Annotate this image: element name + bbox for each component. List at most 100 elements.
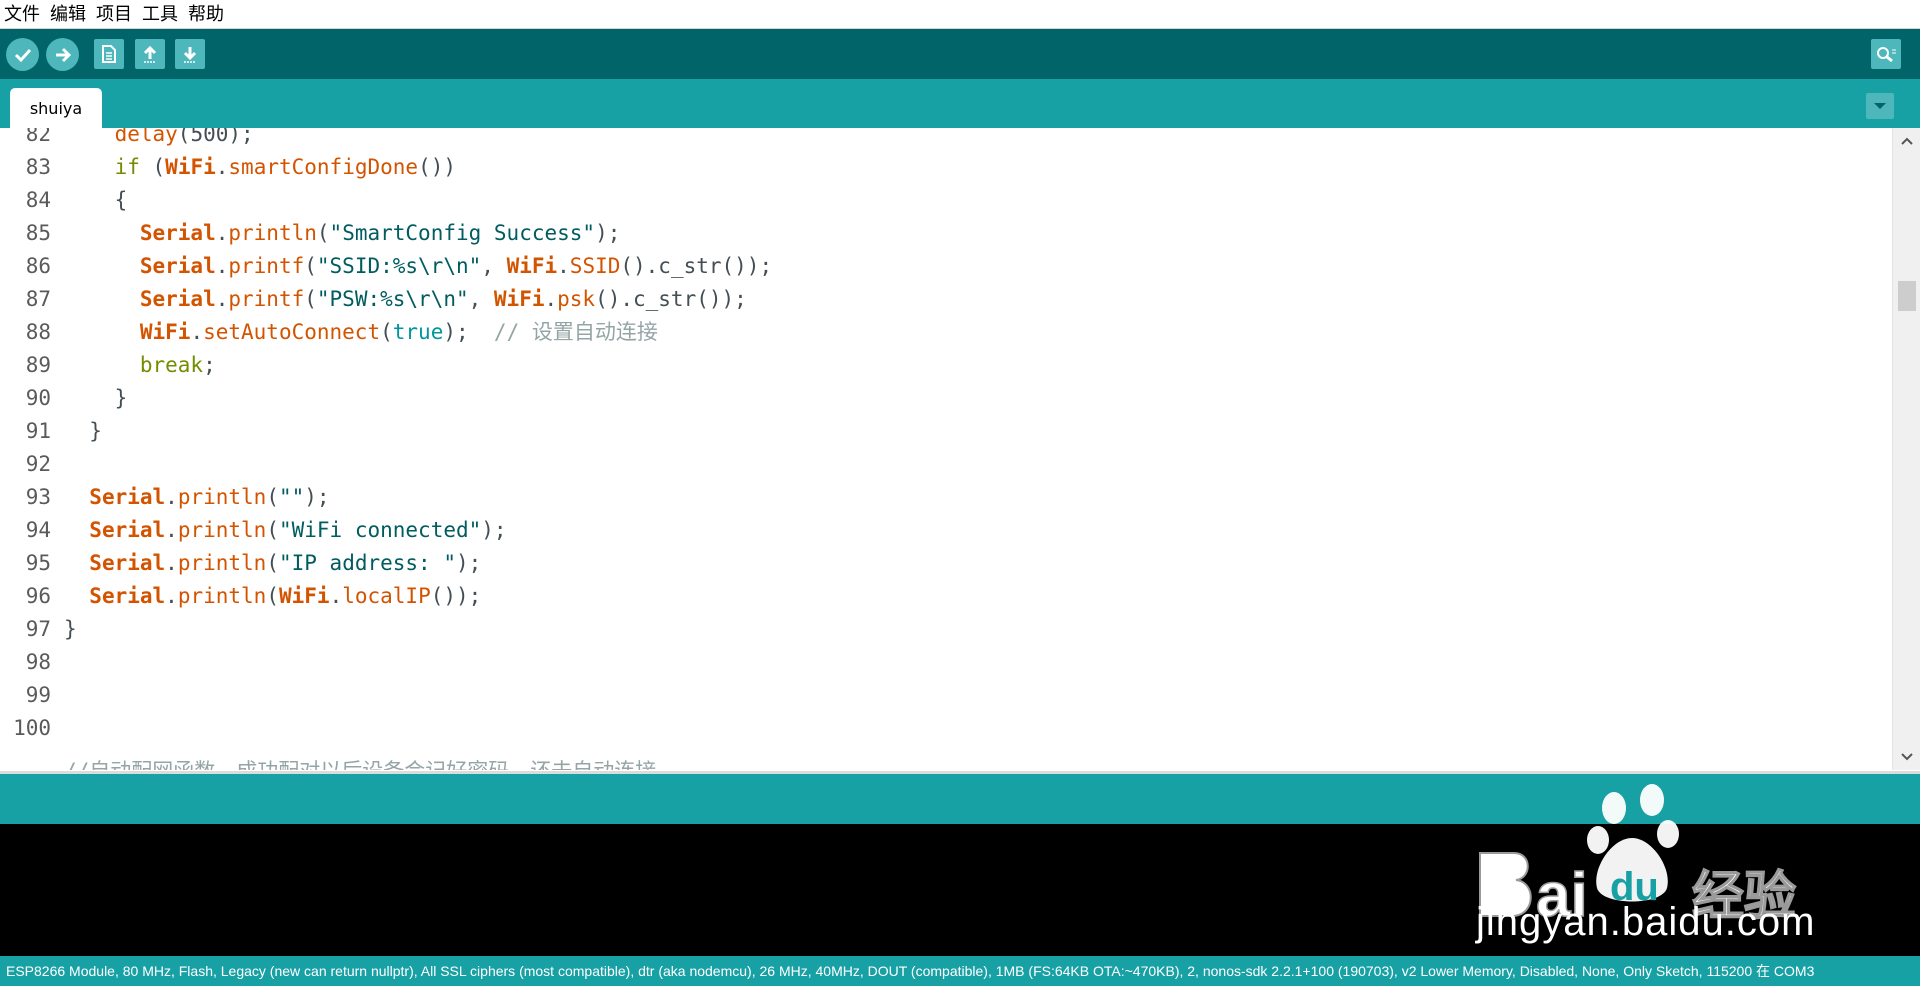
code-token: // 设置自动连接 xyxy=(493,320,658,344)
code-token: "PSW:%s\r\n" xyxy=(316,287,469,311)
code-token: Serial xyxy=(89,551,166,575)
code-token: . xyxy=(165,584,178,608)
scrollbar-thumb[interactable] xyxy=(1898,281,1916,311)
status-bar: ESP8266 Module, 80 MHz, Flash, Legacy (n… xyxy=(0,956,1920,986)
upload-button[interactable] xyxy=(46,38,79,71)
arrow-down-icon xyxy=(183,47,197,63)
code-token: WiFi xyxy=(493,287,545,311)
code-token: SSID xyxy=(569,254,621,278)
code-token: ); xyxy=(443,320,494,344)
code-line: Serial.println("IP address: "); xyxy=(64,547,481,580)
code-token: Serial xyxy=(89,518,166,542)
code-token: ( xyxy=(266,551,279,575)
code-token: "" xyxy=(278,485,305,509)
code-token: printf xyxy=(228,287,305,311)
code-token: ); xyxy=(595,221,621,245)
code-token: println xyxy=(177,584,267,608)
code-token: "SmartConfig Success" xyxy=(329,221,596,245)
serial-monitor-button[interactable] xyxy=(1871,39,1901,69)
code-area[interactable]: delay(500); if (WiFi.smartConfigDone()) … xyxy=(0,128,1890,770)
scroll-up-icon[interactable] xyxy=(1899,134,1915,148)
code-line: WiFi.setAutoConnect(true); // 设置自动连接 xyxy=(64,316,658,349)
verify-button[interactable] xyxy=(6,38,39,71)
code-line: Serial.printf("SSID:%s\r\n", WiFi.SSID()… xyxy=(64,250,772,283)
code-token: ().c_str()); xyxy=(620,254,773,278)
code-line-partial: //自动配网函数，成功配对以后设备会记好密码，还去自动连接 xyxy=(64,755,656,770)
chevron-down-icon xyxy=(1874,103,1886,109)
menu-sketch[interactable]: 项目 xyxy=(91,0,137,29)
code-token: localIP xyxy=(342,584,431,608)
checkmark-icon xyxy=(14,48,31,62)
code-token: Serial xyxy=(139,221,216,245)
code-token: ( xyxy=(304,287,317,311)
code-editor[interactable]: 82 83 84 85 86 87 88 89 90 91 92 93 94 95 96 97 98 99 100 … xyxy=(0,128,1920,770)
code-line: } xyxy=(64,415,102,448)
code-token: ()) xyxy=(418,155,456,179)
scroll-down-icon[interactable] xyxy=(1899,750,1915,764)
code-token: "WiFi connected" xyxy=(278,518,482,542)
menu-file[interactable]: 文件 xyxy=(0,0,45,29)
code-line: Serial.printf("PSW:%s\r\n", WiFi.psk().c… xyxy=(64,283,747,316)
save-button[interactable] xyxy=(175,39,205,69)
vertical-scrollbar[interactable] xyxy=(1892,128,1920,770)
tab-shuiya[interactable]: shuiya xyxy=(10,88,102,128)
code-token: ( xyxy=(266,485,279,509)
code-token: psk xyxy=(557,287,596,311)
code-line: Serial.println(""); xyxy=(64,481,329,514)
document-icon xyxy=(102,45,116,63)
code-token: Serial xyxy=(89,584,166,608)
code-line: Serial.println("WiFi connected"); xyxy=(64,514,507,547)
board-config-text: ESP8266 Module, 80 MHz, Flash, Legacy (n… xyxy=(6,963,1815,979)
code-token: ; xyxy=(203,353,216,377)
code-token: ( xyxy=(139,155,166,179)
code-token: ()); xyxy=(430,584,482,608)
code-token: } xyxy=(64,419,102,443)
menu-tools[interactable]: 工具 xyxy=(137,0,183,29)
code-token: . xyxy=(329,584,343,608)
open-button[interactable] xyxy=(135,39,165,69)
code-token: "SSID:%s\r\n" xyxy=(316,254,482,278)
code-token: WiFi xyxy=(278,584,330,608)
code-token: println xyxy=(177,485,267,509)
code-line: if (WiFi.smartConfigDone()) xyxy=(64,151,456,184)
code-token: . xyxy=(165,485,178,509)
new-sketch-button[interactable] xyxy=(94,39,124,69)
menu-bar: 文件 编辑 项目 工具 帮助 xyxy=(0,0,1920,29)
menu-help[interactable]: 帮助 xyxy=(183,0,229,29)
code-line: Serial.println(WiFi.localIP()); xyxy=(64,580,481,613)
code-token: ); xyxy=(481,518,507,542)
code-token: Serial xyxy=(139,254,216,278)
code-token: ( xyxy=(266,584,279,608)
code-token: { xyxy=(64,188,128,212)
code-token: . xyxy=(190,320,204,344)
code-token: . xyxy=(165,518,178,542)
code-token: ().c_str()); xyxy=(595,287,747,311)
code-token: Serial xyxy=(139,287,216,311)
arrow-up-icon xyxy=(143,45,157,63)
code-line: delay(500); xyxy=(64,128,254,151)
code-token: setAutoConnect xyxy=(203,320,381,344)
code-token: ( xyxy=(304,254,317,278)
code-token: println xyxy=(177,551,267,575)
code-token: . xyxy=(165,551,178,575)
code-token: (500); xyxy=(177,128,254,146)
code-token: if xyxy=(114,155,140,179)
code-token: "IP address: " xyxy=(278,551,456,575)
menu-edit[interactable]: 编辑 xyxy=(45,0,91,29)
watermark-url: jingyan.baidu.com xyxy=(1476,900,1816,944)
code-token: . xyxy=(544,287,558,311)
code-line: break; xyxy=(64,349,216,382)
tab-menu-button[interactable] xyxy=(1866,93,1894,119)
code-token: ( xyxy=(316,221,330,245)
code-line: } xyxy=(64,613,77,646)
code-token: break xyxy=(139,353,204,377)
toolbar xyxy=(0,29,1920,79)
code-token: . xyxy=(215,221,229,245)
code-token: ( xyxy=(380,320,393,344)
code-token: . xyxy=(215,155,229,179)
